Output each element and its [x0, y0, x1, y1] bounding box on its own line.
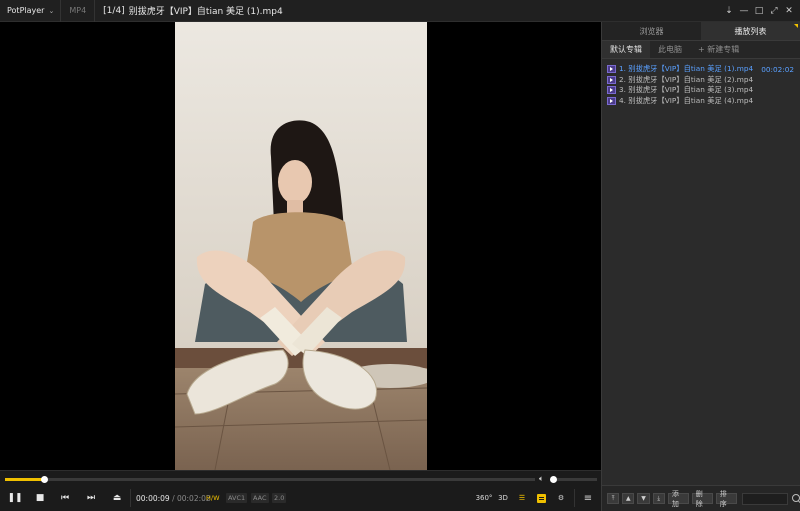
window-title: [1/4] 别拔虎牙【VIP】自tian 美足 (1).mp4 — [94, 0, 283, 22]
menu-icon[interactable]: ≡ — [580, 490, 596, 506]
video-frame[interactable] — [175, 22, 427, 470]
subtab-default-album[interactable]: 默认专辑 — [602, 41, 650, 58]
video-file-icon — [607, 75, 616, 84]
close-icon[interactable]: ✕ — [782, 3, 796, 19]
seek-bar[interactable] — [5, 476, 535, 483]
audio-channels-badge[interactable]: 2.0 — [272, 493, 287, 503]
playlist-toolbar: ⤒ ▲ ▼ ⤓ 添加 删除 排序 — [602, 485, 800, 511]
subtitle-icon — [536, 493, 546, 503]
previous-button[interactable]: ⏮︎ — [56, 490, 74, 506]
fullscreen-icon[interactable]: ⤢ — [767, 3, 781, 19]
title-bar: PotPlayer ⌄ MP4 [1/4] 别拔虎牙【VIP】自tian 美足 … — [0, 0, 800, 22]
playlist-item[interactable]: 1. 别拔虎牙【VIP】自tian 美足 (1).mp4 00:02:02 — [602, 64, 800, 75]
divider — [130, 489, 131, 507]
video-file-icon — [607, 65, 616, 74]
app-name: PotPlayer — [7, 6, 45, 15]
audio-codec-badge[interactable]: AAC — [251, 493, 269, 503]
seek-handle[interactable] — [41, 476, 49, 483]
volume-slider[interactable] — [549, 476, 597, 483]
elapsed-time: 00:00:09 — [136, 494, 170, 503]
app-menu-button[interactable]: PotPlayer ⌄ — [0, 0, 60, 22]
chevron-down-icon: ⌄ — [48, 6, 55, 15]
playlist: 1. 别拔虎牙【VIP】自tian 美足 (1).mp4 00:02:02 2.… — [602, 59, 800, 106]
playlist-item-label: 4. 别拔虎牙【VIP】自tian 美足 (4).mp4 — [619, 95, 754, 105]
video-file-icon — [607, 86, 616, 95]
window-controls: ⇣ — □ ⤢ ✕ — [721, 0, 796, 22]
tab-playlist-label: 播放列表 — [734, 26, 767, 36]
format-label: MP4 — [60, 0, 94, 22]
pause-button[interactable]: ❚❚ — [6, 490, 24, 506]
add-button[interactable]: 添加 — [667, 490, 689, 508]
title-filename: 别拔虎牙【VIP】自tian 美足 (1).mp4 — [128, 7, 283, 17]
divider — [574, 489, 575, 507]
search-icon[interactable] — [791, 493, 800, 504]
panel-tabs: 浏览器 播放列表 — [602, 22, 800, 41]
time-display[interactable]: 00:00:09 / 00:02:02 — [136, 494, 211, 503]
tab-browser[interactable]: 浏览器 — [602, 22, 701, 40]
control-bar: 🔈︎ ❚❚ ■ ⏮︎ ⏭︎ ⏏︎ 00:00:09 / 00:02:02 H/W… — [0, 470, 601, 511]
video-area[interactable] — [0, 22, 601, 470]
playlist-item-label: 2. 别拔虎牙【VIP】自tian 美足 (2).mp4 — [619, 74, 754, 84]
pin-icon[interactable]: ⇣ — [722, 3, 736, 19]
playlist-item[interactable]: 2. 别拔虎牙【VIP】自tian 美足 (2).mp4 — [602, 75, 800, 86]
seek-progress — [5, 478, 45, 481]
volume-handle[interactable] — [549, 476, 557, 483]
move-to-top-button[interactable]: ⤒ — [607, 493, 620, 504]
video-file-icon — [607, 96, 616, 105]
playlist-item-duration: 00:02:02 — [761, 64, 794, 74]
subtitle-button[interactable] — [533, 490, 549, 506]
album-tabs: 默认专辑 此电脑 + 新建专辑 — [602, 41, 800, 59]
title-index: [1/4] — [103, 5, 125, 16]
3d-mode-button[interactable]: 3D — [495, 490, 511, 506]
volume-icon[interactable]: 🔈︎ — [539, 474, 544, 484]
playlist-item[interactable]: 3. 别拔虎牙【VIP】自tian 美足 (3).mp4 — [602, 85, 800, 96]
video-frame-image — [175, 22, 427, 470]
playlist-item-label: 1. 别拔虎牙【VIP】自tian 美足 (1).mp4 — [619, 64, 754, 74]
tab-playlist[interactable]: 播放列表 — [701, 22, 800, 40]
delete-button[interactable]: 删除 — [691, 490, 713, 508]
next-button[interactable]: ⏭︎ — [82, 490, 100, 506]
stop-button[interactable]: ■ — [31, 490, 49, 506]
playlist-item-label: 3. 别拔虎牙【VIP】自tian 美足 (3).mp4 — [619, 85, 754, 95]
playlist-search-toggle-icon[interactable]: ☰ — [514, 490, 530, 506]
playlist-search-input[interactable] — [741, 492, 788, 505]
hw-decode-badge[interactable]: H/W — [204, 493, 222, 503]
maximize-icon[interactable]: □ — [752, 3, 766, 19]
move-down-button[interactable]: ▼ — [637, 493, 650, 504]
subtab-new-album[interactable]: + 新建专辑 — [690, 41, 747, 58]
vr-360-button[interactable]: 360° — [476, 490, 493, 506]
sort-button[interactable]: 排序 — [715, 490, 737, 508]
move-to-bottom-button[interactable]: ⤓ — [652, 493, 665, 504]
settings-gear-icon[interactable]: ⚙ — [553, 490, 569, 506]
playlist-panel: 浏览器 播放列表 默认专辑 此电脑 + 新建专辑 1. 别拔虎牙【VIP】自ti… — [601, 22, 800, 511]
playlist-item[interactable]: 4. 别拔虎牙【VIP】自tian 美足 (4).mp4 — [602, 96, 800, 107]
subtab-this-pc[interactable]: 此电脑 — [650, 41, 690, 58]
active-tab-marker-icon — [794, 24, 798, 28]
minimize-icon[interactable]: — — [737, 3, 751, 19]
move-up-button[interactable]: ▲ — [622, 493, 635, 504]
eject-button[interactable]: ⏏︎ — [108, 490, 126, 506]
video-codec-badge[interactable]: AVC1 — [226, 493, 248, 503]
